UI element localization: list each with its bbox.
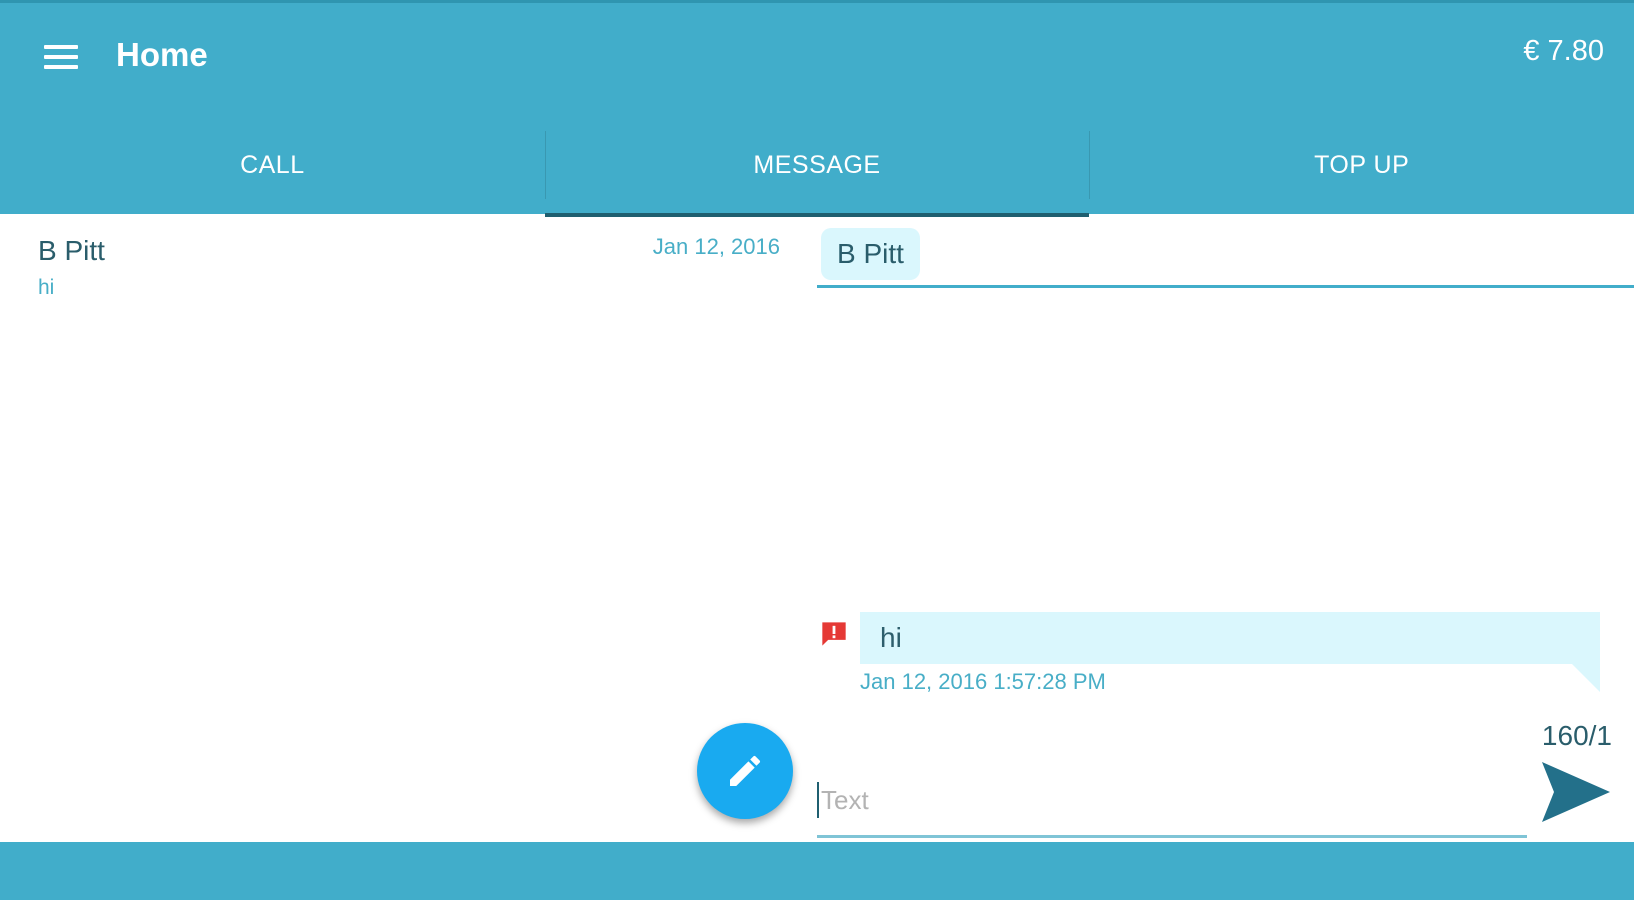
- page-title: Home: [116, 36, 208, 73]
- tab-message[interactable]: MESSAGE: [544, 113, 1090, 217]
- conversation-name: B Pitt: [38, 235, 105, 266]
- recipient-field[interactable]: B Pitt: [817, 224, 1634, 288]
- message-bubble-tail: [1572, 664, 1600, 692]
- message-timestamp: Jan 12, 2016 1:57:28 PM: [860, 669, 1106, 694]
- tab-bar: CALL MESSAGE TOP UP: [0, 113, 1634, 217]
- message-text-input[interactable]: [817, 768, 1527, 832]
- pencil-icon: [730, 755, 761, 786]
- error-alert-icon[interactable]: [820, 620, 848, 648]
- character-counter: 160/1: [1541, 720, 1612, 751]
- conversation-date: Jan 12, 2016: [652, 234, 780, 259]
- conversation-list-item[interactable]: B Pitt Jan 12, 2016 hi: [0, 222, 800, 308]
- tab-top-up[interactable]: TOP UP: [1089, 113, 1634, 217]
- app-bar: Home € 7.80 CALL MESSAGE TOP UP: [0, 0, 1634, 217]
- send-icon[interactable]: [1540, 760, 1612, 824]
- balance-display: € 7.80: [1523, 35, 1604, 67]
- conversation-preview: hi: [38, 276, 55, 299]
- hamburger-menu-icon[interactable]: [44, 45, 78, 71]
- compose-field[interactable]: [817, 768, 1527, 838]
- compose-fab-button[interactable]: [697, 723, 793, 819]
- recipient-chip[interactable]: B Pitt: [821, 228, 920, 280]
- message-bubble[interactable]: hi: [860, 612, 1600, 664]
- bottom-navigation-bar: [0, 842, 1634, 900]
- tab-call[interactable]: CALL: [0, 113, 545, 217]
